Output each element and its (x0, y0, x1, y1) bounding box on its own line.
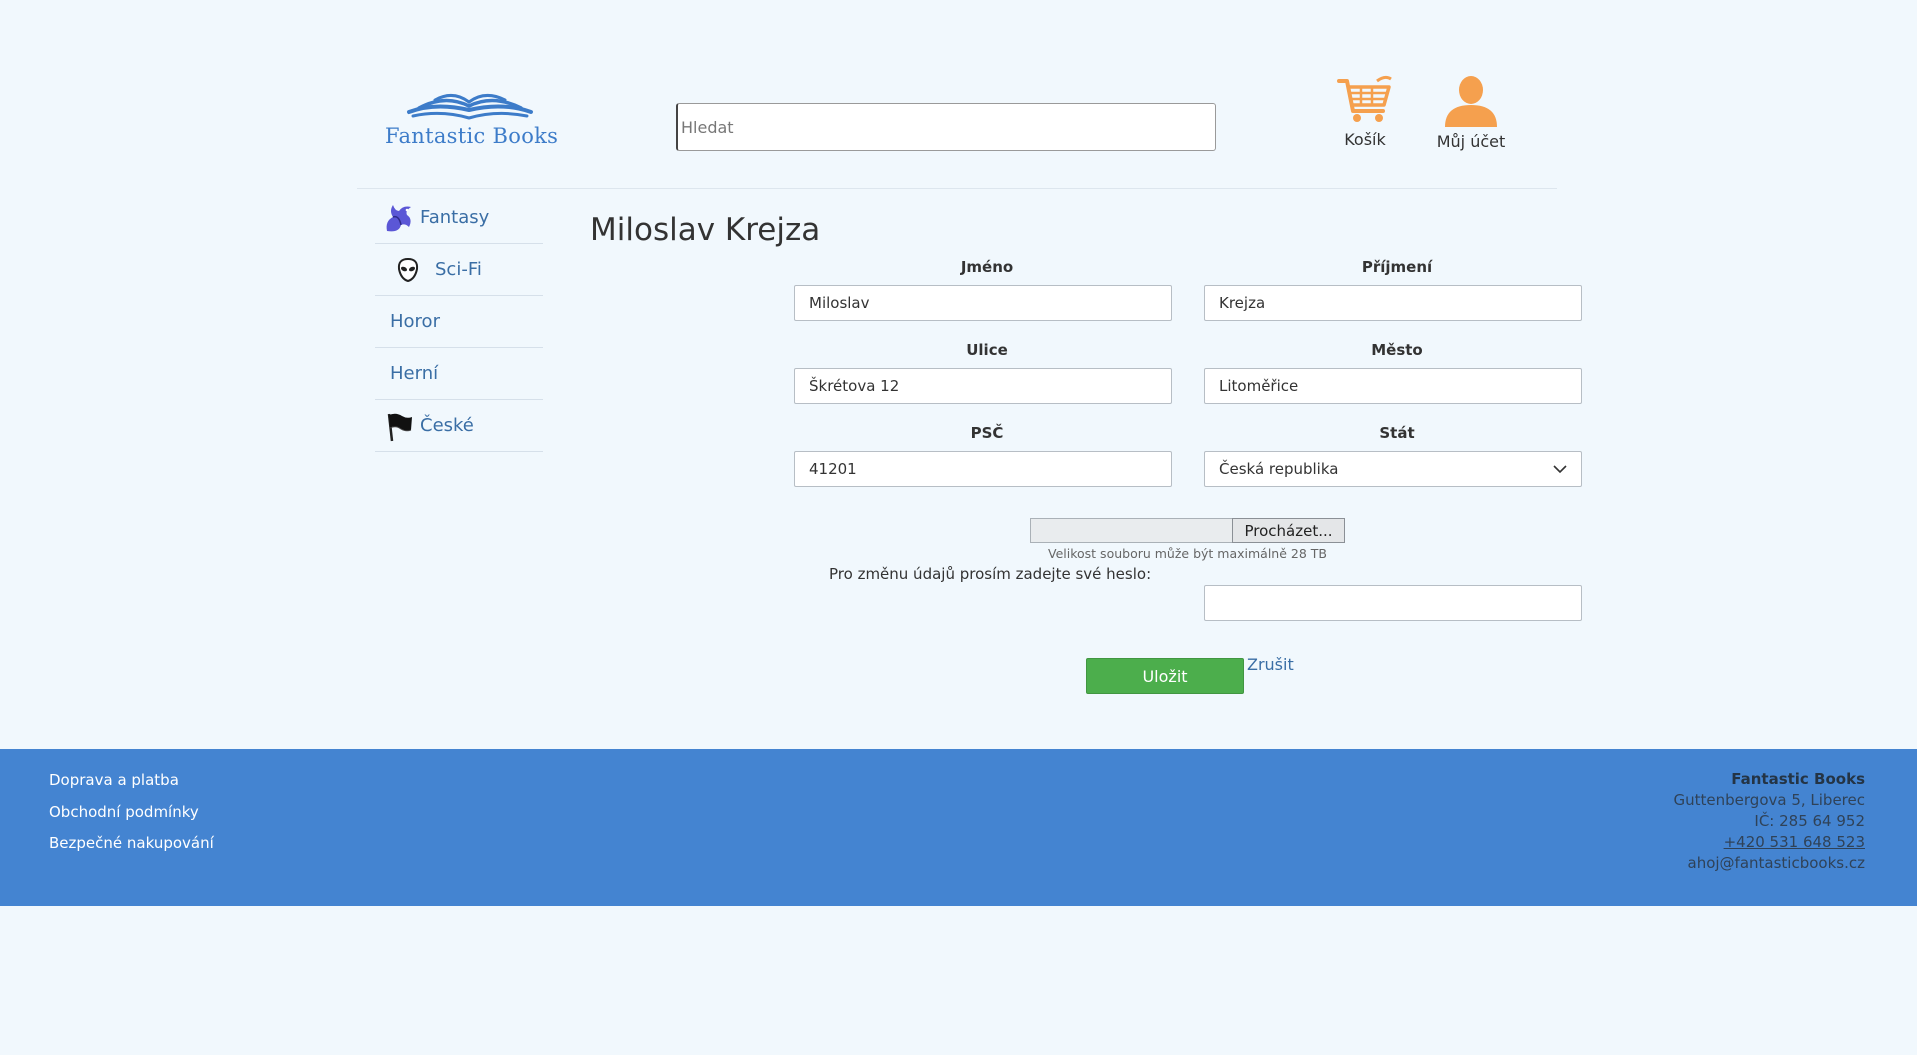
cancel-link[interactable]: Zrušit (1247, 655, 1294, 674)
chevron-down-icon (1553, 465, 1567, 474)
account-label: Můj účet (1436, 132, 1506, 151)
sidebar-item-label: České (420, 415, 474, 436)
search-input[interactable] (676, 103, 1216, 151)
company-email[interactable]: ahoj@fantasticbooks.cz (1674, 853, 1865, 874)
city-label: Město (1371, 341, 1423, 359)
open-book-icon (407, 94, 533, 120)
file-size-note: Velikost souboru může být maximálně 28 T… (1048, 546, 1327, 561)
category-sidebar: Fantasy Sci-Fi Horor Herní České (375, 192, 543, 452)
zip-field[interactable]: 41201 (794, 451, 1172, 487)
company-name: Fantastic Books (1731, 770, 1865, 788)
save-button[interactable]: Uložit (1086, 658, 1244, 694)
footer-link-terms[interactable]: Obchodní podmínky (49, 801, 214, 833)
user-icon (1445, 76, 1497, 127)
flag-icon (383, 409, 415, 443)
last-name-label: Příjmení (1361, 258, 1433, 276)
country-select[interactable]: Česká republika (1204, 451, 1582, 487)
browse-button[interactable]: Procházet... (1232, 518, 1345, 543)
shopping-cart-icon (1337, 75, 1392, 122)
company-phone[interactable]: +420 531 648 523 (1674, 832, 1865, 853)
sidebar-item-scifi[interactable]: Sci-Fi (375, 244, 543, 296)
street-field[interactable]: Škrétova 12 (794, 368, 1172, 404)
country-select-value: Česká republika (1219, 460, 1339, 478)
account-button[interactable]: Můj účet (1436, 75, 1506, 153)
password-prompt: Pro změnu údajů prosím zadejte své heslo… (829, 565, 1152, 583)
last-name-field[interactable]: Krejza (1204, 285, 1582, 321)
dragon-icon (383, 201, 415, 235)
street-label: Ulice (966, 341, 1008, 359)
site-header: Fantastic Books Košík Můj účet (0, 0, 1917, 190)
sidebar-item-label: Sci-Fi (435, 259, 482, 280)
sidebar-item-label: Horor (390, 311, 440, 332)
logo-text: Fantastic Books (385, 124, 559, 148)
cart-label: Košík (1344, 130, 1386, 149)
cart-button[interactable]: Košík (1335, 75, 1395, 151)
sidebar-item-label: Herní (390, 363, 439, 384)
city-field[interactable]: Litoměřice (1204, 368, 1582, 404)
country-label: Stát (1379, 424, 1415, 442)
header-divider (357, 188, 1557, 189)
sidebar-item-ceske[interactable]: České (375, 400, 543, 452)
zip-label: PSČ (970, 424, 1004, 442)
sidebar-item-horor[interactable]: Horor (375, 296, 543, 348)
sidebar-item-herni[interactable]: Herní (375, 348, 543, 400)
file-name-display (1030, 518, 1233, 543)
footer-link-security[interactable]: Bezpečné nakupování (49, 832, 214, 864)
site-footer: Doprava a platba Obchodní podmínky Bezpe… (0, 749, 1917, 906)
footer-link-shipping[interactable]: Doprava a platba (49, 769, 214, 801)
password-field[interactable] (1204, 585, 1582, 621)
site-logo[interactable]: Fantastic Books (385, 88, 559, 152)
sidebar-item-fantasy[interactable]: Fantasy (375, 192, 543, 244)
sidebar-item-label: Fantasy (420, 207, 490, 228)
page-title: Miloslav Krejza (590, 212, 821, 248)
first-name-field[interactable]: Miloslav (794, 285, 1172, 321)
company-address: Guttenbergova 5, Liberec (1673, 791, 1865, 809)
alien-icon (397, 253, 419, 287)
first-name-label: Jméno (960, 258, 1014, 276)
footer-links: Doprava a platba Obchodní podmínky Bezpe… (49, 769, 214, 864)
company-ic: IČ: 285 64 952 (1754, 812, 1865, 830)
footer-contact: Fantastic Books Guttenbergova 5, Liberec… (1674, 769, 1865, 874)
